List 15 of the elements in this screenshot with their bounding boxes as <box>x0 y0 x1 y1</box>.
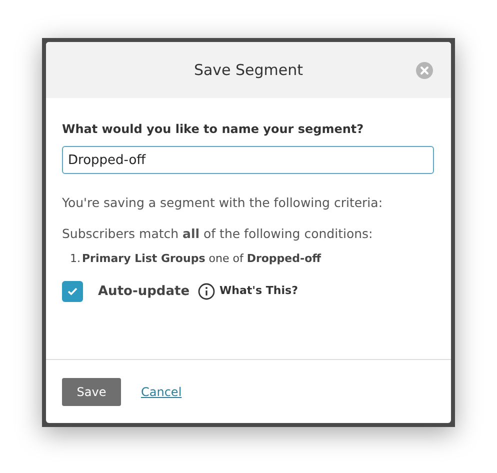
close-icon[interactable] <box>416 62 433 79</box>
dialog-title: Save Segment <box>194 60 304 81</box>
checkbox-label: Auto-update <box>98 282 190 301</box>
field-label: What would you like to name your segment? <box>62 121 365 138</box>
check-icon <box>67 287 78 296</box>
help-link[interactable]: What's This? <box>220 283 298 300</box>
match-text: Subscribers match all of the following conditions: <box>62 224 374 243</box>
info-icon[interactable] <box>198 283 215 300</box>
condition-text: Primary List Groups one of Dropped-off <box>82 250 322 266</box>
list-number: 1. <box>70 250 82 266</box>
input-field[interactable]: Dropped-off <box>62 146 434 174</box>
checkbox[interactable] <box>62 281 83 302</box>
cancel-link[interactable]: Cancel <box>141 382 182 400</box>
save-button[interactable]: Save <box>62 378 121 406</box>
criteria-text: You're saving a segment with the following criteria: <box>62 194 384 212</box>
